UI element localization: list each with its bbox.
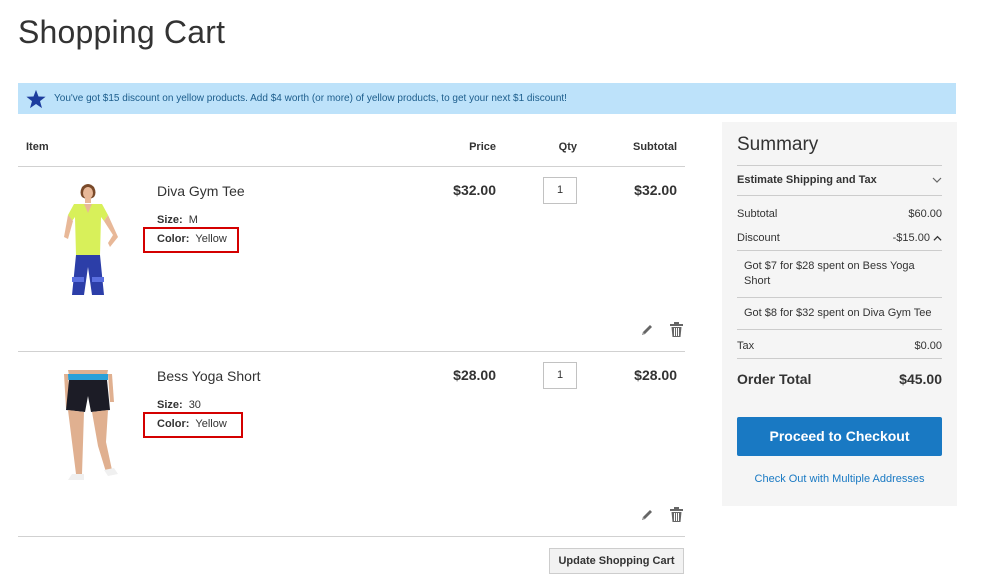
pencil-icon[interactable] (640, 323, 654, 337)
discount-detail: Got $7 for $28 spent on Bess Yoga Short (737, 251, 942, 298)
header-subtotal: Subtotal (633, 141, 677, 153)
summary-title: Summary (737, 134, 942, 166)
promo-text: You've got $15 discount on yellow produc… (54, 93, 567, 104)
product-image-tee[interactable] (38, 177, 138, 307)
cart-header: Item Price Qty Subtotal (18, 122, 685, 167)
header-qty: Qty (558, 141, 577, 153)
promo-message: You've got $15 discount on yellow produc… (18, 83, 956, 114)
size-label: Size: (157, 214, 183, 226)
product-image-shorts[interactable] (38, 362, 138, 492)
discount-label: Discount (737, 232, 780, 244)
product-name[interactable]: Diva Gym Tee (157, 183, 245, 199)
estimate-shipping-label: Estimate Shipping and Tax (737, 174, 877, 186)
item-subtotal: $28.00 (634, 367, 677, 383)
order-total-amount: $45.00 (899, 371, 942, 387)
header-price: Price (469, 141, 496, 153)
proceed-to-checkout-button[interactable]: Proceed to Checkout (737, 417, 942, 456)
estimate-shipping-toggle[interactable]: Estimate Shipping and Tax (737, 166, 942, 196)
multiple-addresses-link[interactable]: Check Out with Multiple Addresses (737, 473, 942, 485)
cart-row: Diva Gym Tee Size: M Color: Yellow $32.00 … (18, 167, 685, 352)
tax-amount: $0.00 (914, 340, 942, 352)
cart-table: Item Price Qty Subtotal Diva Gym Tee Siz… (18, 122, 685, 537)
summary-panel: Summary Estimate Shipping and Tax Subtot… (722, 122, 957, 506)
order-total-line: Order Total $45.00 (737, 359, 942, 399)
item-subtotal: $32.00 (634, 182, 677, 198)
chevron-up-icon (933, 235, 942, 241)
product-name[interactable]: Bess Yoga Short (157, 368, 261, 384)
highlight-box (143, 227, 239, 253)
subtotal-line: Subtotal $60.00 (737, 202, 942, 226)
update-cart-button[interactable]: Update Shopping Cart (549, 548, 684, 574)
subtotal-label: Subtotal (737, 208, 778, 220)
trash-icon[interactable] (670, 322, 683, 337)
tax-line: Tax $0.00 (737, 334, 942, 359)
discount-line[interactable]: Discount -$15.00 (737, 226, 942, 251)
item-price: $28.00 (453, 367, 496, 383)
highlight-box (143, 412, 243, 438)
size-value: 30 (188, 399, 201, 411)
trash-icon[interactable] (670, 507, 683, 522)
pencil-icon[interactable] (640, 508, 654, 522)
header-item: Item (26, 141, 49, 153)
tax-label: Tax (737, 340, 755, 352)
chevron-down-icon (932, 177, 942, 183)
option-size: Size: 30 (157, 399, 201, 411)
discount-value: -$15.00 (892, 232, 930, 244)
page-title: Shopping Cart (18, 14, 226, 50)
option-size: Size: M (157, 214, 198, 226)
discount-amount: -$15.00 (893, 226, 942, 250)
qty-input[interactable]: 1 (543, 177, 577, 204)
cart-row: Bess Yoga Short Size: 30 Color: Yellow $28… (18, 352, 685, 537)
subtotal-amount: $60.00 (908, 208, 942, 220)
star-icon (26, 89, 46, 108)
size-value: M (188, 214, 198, 226)
item-price: $32.00 (453, 182, 496, 198)
discount-detail: Got $8 for $32 spent on Diva Gym Tee (737, 298, 942, 330)
size-label: Size: (157, 399, 183, 411)
qty-input[interactable]: 1 (543, 362, 577, 389)
order-total-label: Order Total (737, 371, 812, 387)
